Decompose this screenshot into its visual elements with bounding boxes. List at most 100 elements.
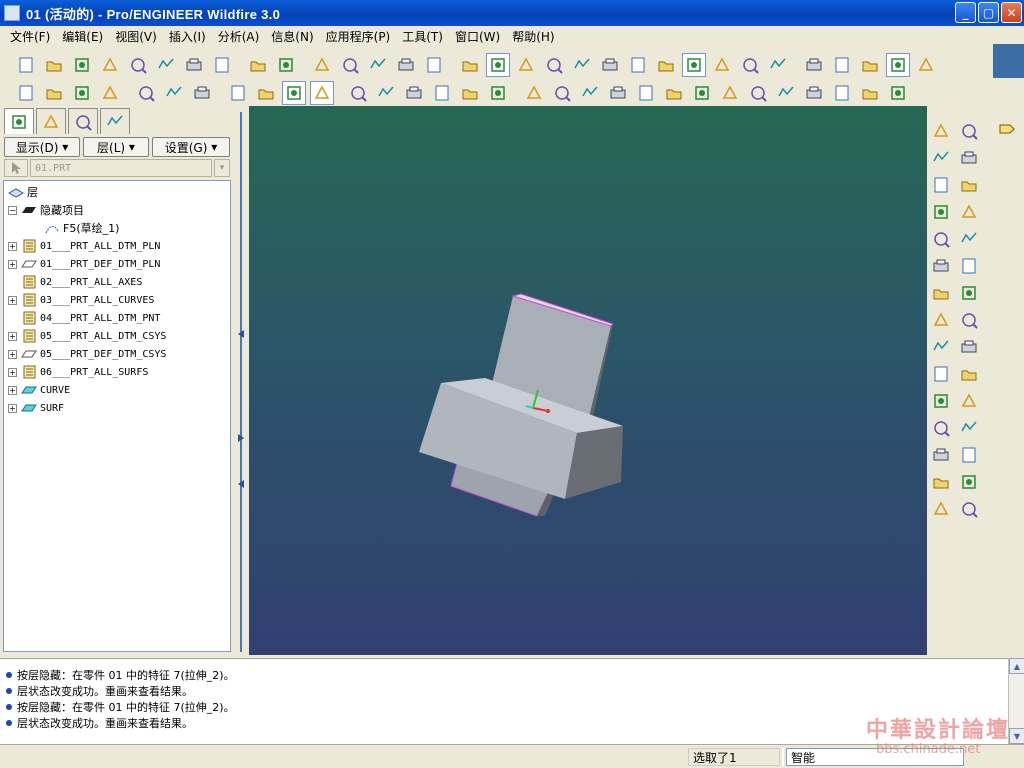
copy-icon[interactable] <box>338 53 362 77</box>
teapot-icon[interactable] <box>858 81 882 105</box>
coord-sys-icon[interactable] <box>98 81 122 105</box>
orient-mode-icon[interactable] <box>514 53 538 77</box>
sketch-icon[interactable] <box>958 228 980 250</box>
print-icon[interactable] <box>182 53 206 77</box>
tree-item[interactable]: 层 <box>8 183 38 201</box>
expand-icon[interactable]: + <box>8 241 17 251</box>
menu-item-0[interactable]: 文件(F) <box>4 28 56 45</box>
tree-item[interactable]: + CURVE <box>8 381 70 399</box>
menu-item-2[interactable]: 视图(V) <box>109 28 163 45</box>
spin-center-icon[interactable] <box>486 53 510 77</box>
datum-r-icon[interactable] <box>374 81 398 105</box>
draw-icon[interactable] <box>830 81 854 105</box>
datum-planes-icon[interactable] <box>914 53 938 77</box>
draft-icon[interactable] <box>930 255 952 277</box>
pattern-icon[interactable] <box>930 390 952 412</box>
paste-special-icon[interactable] <box>394 53 418 77</box>
mannequin-icon[interactable] <box>190 81 214 105</box>
zoom-in-icon[interactable] <box>542 53 566 77</box>
menu-item-3[interactable]: 插入(I) <box>163 28 212 45</box>
x-section-icon[interactable] <box>662 81 686 105</box>
regenerate-icon[interactable] <box>210 53 234 77</box>
datum-x-icon[interactable] <box>458 81 482 105</box>
scenario-icon[interactable] <box>774 81 798 105</box>
extrude-icon[interactable] <box>930 336 952 358</box>
wireframe-icon[interactable] <box>802 53 826 77</box>
draft-icon[interactable] <box>226 81 250 105</box>
chamfer-icon[interactable] <box>930 309 952 331</box>
boundary-icon[interactable] <box>958 417 980 439</box>
maximize-button[interactable]: ▢ <box>978 2 999 23</box>
chevron-down-icon[interactable]: ▾ <box>214 159 230 177</box>
relations-icon[interactable] <box>422 53 446 77</box>
angle-icon[interactable] <box>578 81 602 105</box>
round-icon[interactable] <box>930 282 952 304</box>
tree-item[interactable]: +01___PRT_ALL_DTM_PLN <box>8 237 160 255</box>
tree-item[interactable]: − 隐藏项目 <box>8 201 84 219</box>
folder-browser-tab[interactable] <box>36 108 66 134</box>
photo-icon[interactable] <box>886 81 910 105</box>
analysis-icon[interactable] <box>958 309 980 331</box>
csys-icon[interactable] <box>958 282 980 304</box>
backup-icon[interactable] <box>154 53 178 77</box>
select-arrow-icon[interactable] <box>4 159 28 177</box>
merge-icon[interactable] <box>958 471 980 493</box>
save-copy-icon[interactable] <box>126 53 150 77</box>
close-window-icon[interactable] <box>766 53 790 77</box>
kit-icon[interactable] <box>690 81 714 105</box>
model-tree-tab[interactable] <box>4 108 34 134</box>
menu-item-8[interactable]: 窗口(W) <box>449 28 506 45</box>
datum-f-icon[interactable] <box>402 81 426 105</box>
expand-icon[interactable]: + <box>8 349 17 359</box>
redo-icon[interactable] <box>274 53 298 77</box>
thicken-icon[interactable] <box>930 471 952 493</box>
hidden-line-icon[interactable] <box>830 53 854 77</box>
layers-icon[interactable] <box>682 53 706 77</box>
datum-points-icon[interactable] <box>70 81 94 105</box>
tree-item[interactable]: +01___PRT_DEF_DTM_PLN <box>8 255 160 273</box>
model-tree-icon[interactable] <box>486 81 510 105</box>
tree-item[interactable]: +05___PRT_DEF_DTM_CSYS <box>8 345 166 363</box>
shell-icon[interactable] <box>930 201 952 223</box>
cut-icon[interactable] <box>310 53 334 77</box>
open-recent-icon[interactable] <box>70 53 94 77</box>
model-3d[interactable] <box>249 106 927 655</box>
sketch-model-icon[interactable] <box>738 53 762 77</box>
saved-views-icon[interactable] <box>654 53 678 77</box>
appearance-icon[interactable] <box>310 81 334 105</box>
datum-axis-icon[interactable] <box>958 174 980 196</box>
menu-item-4[interactable]: 分析(A) <box>212 28 266 45</box>
datum-point-icon[interactable] <box>958 255 980 277</box>
shading-icon[interactable] <box>886 53 910 77</box>
tree-item[interactable]: 04___PRT_ALL_DTM_PNT <box>8 309 160 327</box>
minimize-button[interactable]: _ <box>955 2 976 23</box>
offset-icon[interactable] <box>958 444 980 466</box>
variable-sweep-icon[interactable] <box>930 363 952 385</box>
new-icon[interactable] <box>14 53 38 77</box>
menu-item-5[interactable]: 信息(N) <box>265 28 319 45</box>
favorites-tab[interactable] <box>68 108 98 134</box>
measure-icon[interactable] <box>162 81 186 105</box>
tree-item[interactable]: +06___PRT_ALL_SURFS <box>8 363 148 381</box>
sketch-tool-icon[interactable] <box>254 81 278 105</box>
open-icon[interactable] <box>42 53 66 77</box>
tree-item[interactable]: 02___PRT_ALL_AXES <box>8 273 142 291</box>
no-hidden-icon[interactable] <box>858 53 882 77</box>
trim-icon[interactable] <box>930 444 952 466</box>
reorient-icon[interactable] <box>626 53 650 77</box>
copy-geom-icon[interactable] <box>958 120 980 142</box>
datum-plane-icon[interactable] <box>958 147 980 169</box>
view-manager-icon[interactable] <box>710 53 734 77</box>
expand-icon[interactable]: + <box>8 259 17 269</box>
rib-icon[interactable] <box>930 228 952 250</box>
helix-icon[interactable] <box>930 417 952 439</box>
show-dropdown[interactable]: 显示(D) ▾ <box>4 137 80 157</box>
repaint-icon[interactable] <box>458 53 482 77</box>
tree-item[interactable]: F5(草绘_1) <box>44 219 119 237</box>
render-icon[interactable] <box>802 81 826 105</box>
graph-icon[interactable] <box>746 81 770 105</box>
tree-item[interactable]: + SURF <box>8 399 64 417</box>
refit-icon[interactable] <box>598 53 622 77</box>
mirror-icon[interactable] <box>930 120 952 142</box>
save-icon[interactable] <box>98 53 122 77</box>
